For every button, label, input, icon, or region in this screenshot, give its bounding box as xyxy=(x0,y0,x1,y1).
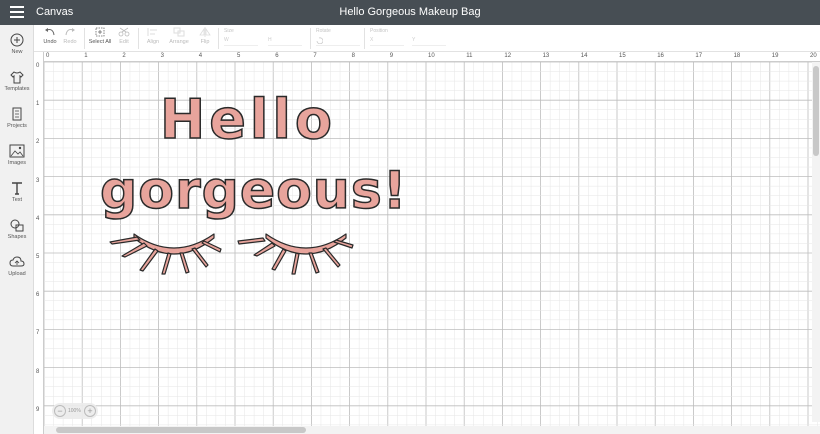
shapes-icon xyxy=(10,219,24,232)
undo-icon xyxy=(45,28,55,36)
rotate-field[interactable] xyxy=(316,37,360,46)
sidebar-item-label: Projects xyxy=(7,123,27,129)
sidebar-item-projects[interactable]: Projects xyxy=(0,107,34,143)
redo-icon xyxy=(65,28,75,36)
sidebar-item-label: Images xyxy=(7,160,27,166)
zoom-out-button[interactable]: − xyxy=(54,405,66,417)
height-field[interactable]: H xyxy=(268,37,302,46)
redo-button[interactable]: Redo xyxy=(62,27,78,45)
design-group[interactable]: Hello gorgeous! xyxy=(34,52,820,434)
y-field[interactable]: Y xyxy=(412,37,446,46)
x-field[interactable]: X xyxy=(370,37,404,46)
rotate-icon xyxy=(316,37,324,45)
app-window: Canvas Hello Gorgeous Makeup Bag New Tem… xyxy=(0,0,820,434)
plus-circle-icon xyxy=(10,33,24,47)
position-label: Position xyxy=(370,28,388,34)
project-title: Hello Gorgeous Makeup Bag xyxy=(339,6,481,18)
sidebar-item-shapes[interactable]: Shapes xyxy=(0,218,34,254)
width-field[interactable]: W xyxy=(224,37,258,46)
sidebar-item-templates[interactable]: Templates xyxy=(0,70,34,106)
align-button[interactable]: Align xyxy=(142,27,164,45)
toolbar-divider xyxy=(84,28,85,49)
sidebar-item-new[interactable]: New xyxy=(0,33,34,69)
rotate-label: Rotate xyxy=(316,28,331,34)
select-all-button[interactable]: Select All xyxy=(88,27,112,45)
sidebar-item-upload[interactable]: Upload xyxy=(0,255,34,291)
right-eyelash[interactable] xyxy=(237,233,354,275)
sidebar-item-label: New xyxy=(11,49,23,55)
left-eyelash[interactable] xyxy=(109,233,222,275)
toolbar-divider xyxy=(364,28,365,49)
flip-button[interactable]: Flip xyxy=(196,27,214,45)
upload-cloud-icon xyxy=(9,256,25,267)
toolbar-divider xyxy=(138,28,139,49)
horizontal-scrollbar[interactable] xyxy=(44,426,820,434)
projects-icon xyxy=(12,107,22,121)
arrange-icon xyxy=(173,27,185,37)
vertical-scroll-thumb[interactable] xyxy=(813,66,819,156)
toolbar-divider xyxy=(218,28,219,49)
sidebar-item-label: Templates xyxy=(4,86,30,92)
left-sidebar: New Templates Projects Images Text Shape… xyxy=(0,25,34,434)
scissors-icon xyxy=(118,27,130,37)
zoom-in-button[interactable]: + xyxy=(84,405,96,417)
size-label: Size xyxy=(224,28,234,34)
text-icon xyxy=(12,182,22,195)
tshirt-icon xyxy=(10,71,24,84)
design-text-gorgeous[interactable]: gorgeous! xyxy=(99,160,408,222)
arrange-button[interactable]: Arrange xyxy=(166,27,192,45)
toolbar-divider xyxy=(310,28,311,49)
align-icon xyxy=(147,28,157,36)
image-icon xyxy=(9,144,25,158)
select-all-icon xyxy=(95,27,105,37)
top-header-bar: Canvas Hello Gorgeous Makeup Bag xyxy=(0,0,820,25)
vertical-scrollbar[interactable] xyxy=(812,62,820,422)
design-canvas[interactable]: 0 1 2 3 4 5 6 7 8 9 10 11 12 13 14 15 16 17 18 19 20 0123456… xyxy=(34,52,820,434)
sidebar-item-label: Text xyxy=(11,197,23,203)
sidebar-item-label: Upload xyxy=(8,271,26,277)
sidebar-item-label: Shapes xyxy=(7,234,27,240)
design-text-hello[interactable]: Hello xyxy=(159,87,336,152)
edit-toolbar: Undo Redo Select All Edit Align Arrange … xyxy=(34,25,820,52)
edit-button[interactable]: Edit xyxy=(114,27,134,45)
zoom-level: 100% xyxy=(68,408,81,414)
undo-button[interactable]: Undo xyxy=(42,27,58,45)
sidebar-item-text[interactable]: Text xyxy=(0,181,34,217)
sidebar-item-images[interactable]: Images xyxy=(0,144,34,180)
horizontal-scroll-thumb[interactable] xyxy=(56,427,306,433)
flip-icon xyxy=(199,27,211,37)
zoom-control: − 100% + xyxy=(52,403,98,419)
